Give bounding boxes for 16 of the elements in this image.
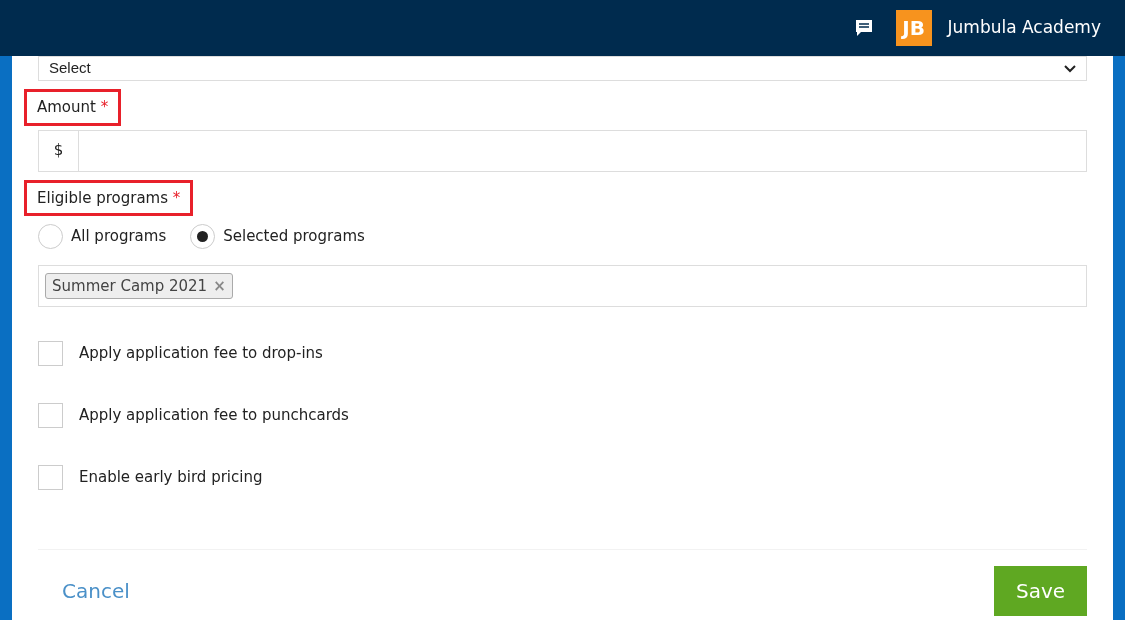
program-tag: Summer Camp 2021 × bbox=[45, 272, 233, 300]
radio-option[interactable]: Selected programs bbox=[190, 224, 365, 249]
organization-name: Jumbula Academy bbox=[947, 16, 1101, 40]
select-dropdown[interactable]: Select bbox=[38, 56, 1087, 81]
amount-field[interactable]: $ bbox=[38, 129, 1087, 172]
logo: JB bbox=[895, 10, 932, 46]
field-label: Amount * bbox=[24, 89, 122, 126]
checkbox-option[interactable]: Enable early bird pricing bbox=[38, 465, 1087, 490]
programs-field[interactable]: Summer Camp 2021 × bbox=[38, 265, 1087, 307]
checkbox-option[interactable]: Apply application fee to punchcards bbox=[38, 403, 1087, 428]
cancel-link[interactable]: Cancel bbox=[62, 576, 130, 606]
chat-icon[interactable] bbox=[853, 18, 874, 38]
checkbox-option[interactable]: Apply application fee to drop-ins bbox=[38, 341, 1087, 366]
radio-option[interactable]: All programs bbox=[38, 224, 167, 249]
chevron-down-icon bbox=[1064, 64, 1076, 73]
field-label: Eligible programs * bbox=[24, 179, 194, 216]
